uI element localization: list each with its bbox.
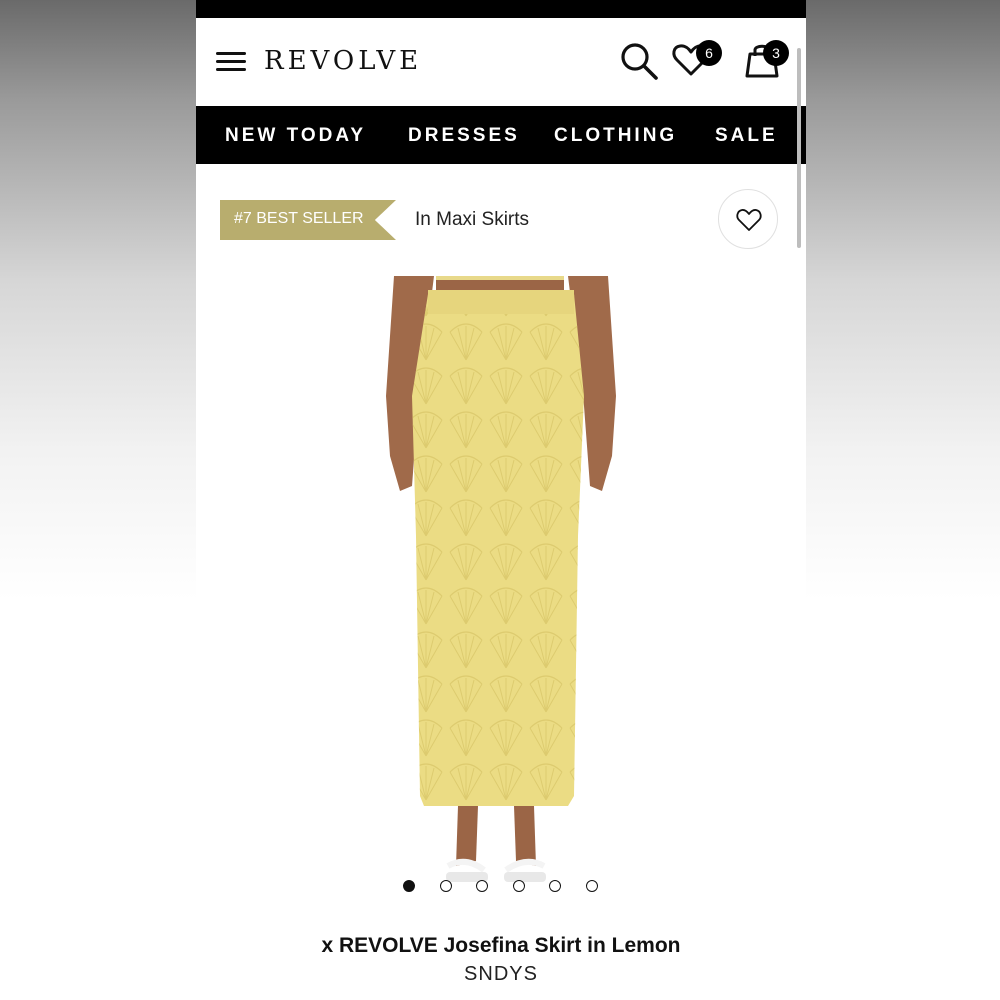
status-bar: [196, 0, 806, 18]
logo[interactable]: REVOLVE: [264, 46, 422, 76]
search-icon[interactable]: [618, 40, 660, 82]
nav-item-clothing[interactable]: CLOTHING: [554, 125, 677, 147]
product-title: x REVOLVE Josefina Skirt in Lemon: [321, 934, 681, 957]
bestseller-badge: #7 BEST SELLER: [220, 200, 396, 240]
carousel-dot[interactable]: [586, 880, 598, 892]
header: REVOLVE 6 3: [196, 18, 806, 106]
add-to-wishlist-button[interactable]: [718, 189, 778, 249]
brand-name[interactable]: SNDYS: [196, 963, 806, 986]
bestseller-badge-text: #7 BEST SELLER: [234, 210, 364, 227]
bag-count-badge: 3: [763, 40, 789, 66]
carousel-indicators: [403, 880, 603, 894]
wishlist-count-badge: 6: [696, 40, 722, 66]
carousel-dot[interactable]: [476, 880, 488, 892]
nav-item-new-today[interactable]: NEW TODAY: [225, 125, 366, 147]
phone-screen: REVOLVE 6 3 NEW TODAY DRESSES CLOTHING S…: [196, 0, 806, 1000]
heart-outline-icon: [736, 209, 762, 231]
carousel-dot[interactable]: [513, 880, 525, 892]
menu-icon[interactable]: [216, 52, 246, 72]
carousel-dot[interactable]: [440, 880, 452, 892]
carousel-dot[interactable]: [549, 880, 561, 892]
bestseller-category-link[interactable]: In Maxi Skirts: [415, 209, 529, 231]
scrollbar[interactable]: [797, 48, 801, 248]
nav-item-sale[interactable]: SALE: [715, 125, 778, 147]
category-nav: NEW TODAY DRESSES CLOTHING SALE: [196, 106, 806, 164]
carousel-dot[interactable]: [403, 880, 415, 892]
product-image[interactable]: [366, 276, 636, 896]
nav-item-dresses[interactable]: DRESSES: [408, 125, 520, 147]
